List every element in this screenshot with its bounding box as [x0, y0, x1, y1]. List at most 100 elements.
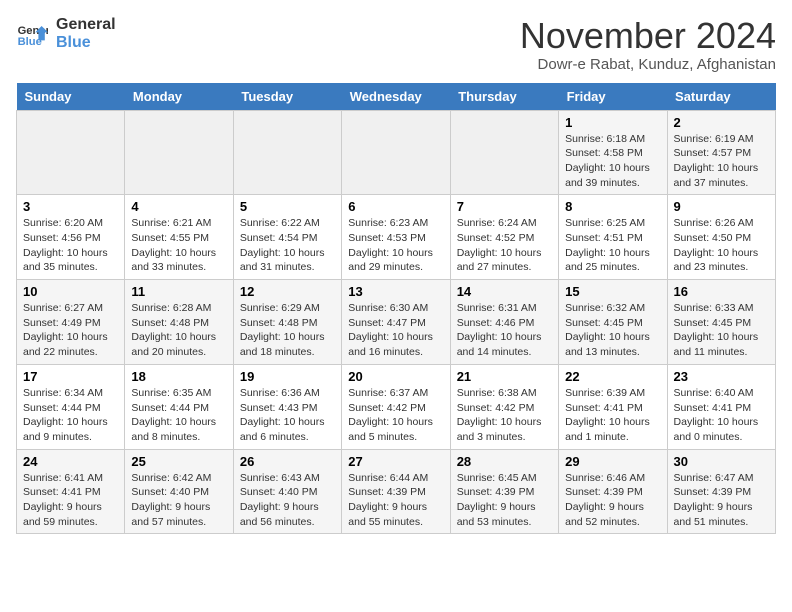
col-saturday: Saturday [667, 83, 775, 111]
logo: General Blue General Blue [16, 16, 116, 51]
week-row-4: 17 Sunrise: 6:34 AM Sunset: 4:44 PM Dayli… [17, 364, 776, 449]
day-cell: 22 Sunrise: 6:39 AM Sunset: 4:41 PM Dayli… [559, 364, 667, 449]
col-sunday: Sunday [17, 83, 125, 111]
day-info: Sunrise: 6:47 AM Sunset: 4:39 PM Dayligh… [674, 471, 769, 530]
day-info: Sunrise: 6:44 AM Sunset: 4:39 PM Dayligh… [348, 471, 443, 530]
day-number: 2 [674, 115, 769, 130]
day-number: 14 [457, 284, 552, 299]
col-monday: Monday [125, 83, 233, 111]
day-info: Sunrise: 6:38 AM Sunset: 4:42 PM Dayligh… [457, 386, 552, 445]
col-wednesday: Wednesday [342, 83, 450, 111]
day-cell [125, 110, 233, 195]
day-cell: 27Sunrise: 6:44 AM Sunset: 4:39 PM Dayli… [342, 449, 450, 534]
day-cell [233, 110, 341, 195]
day-info: Sunrise: 6:26 AM Sunset: 4:50 PM Dayligh… [674, 216, 769, 275]
day-info: Sunrise: 6:35 AM Sunset: 4:44 PM Dayligh… [131, 386, 226, 445]
day-number: 21 [457, 369, 552, 384]
day-cell: 16 Sunrise: 6:33 AM Sunset: 4:45 PM Dayli… [667, 280, 775, 365]
day-info: Sunrise: 6:39 AM Sunset: 4:41 PM Dayligh… [565, 386, 660, 445]
day-info: Sunrise: 6:18 AM Sunset: 4:58 PM Dayligh… [565, 132, 660, 191]
day-number: 29 [565, 454, 660, 469]
day-number: 16 [674, 284, 769, 299]
day-cell: 12 Sunrise: 6:29 AM Sunset: 4:48 PM Dayli… [233, 280, 341, 365]
week-row-1: 1 Sunrise: 6:18 AM Sunset: 4:58 PM Daylig… [17, 110, 776, 195]
day-number: 13 [348, 284, 443, 299]
day-info: Sunrise: 6:34 AM Sunset: 4:44 PM Dayligh… [23, 386, 118, 445]
day-cell: 8 Sunrise: 6:25 AM Sunset: 4:51 PM Daylig… [559, 195, 667, 280]
day-info: Sunrise: 6:19 AM Sunset: 4:57 PM Dayligh… [674, 132, 769, 191]
day-info: Sunrise: 6:23 AM Sunset: 4:53 PM Dayligh… [348, 216, 443, 275]
day-number: 19 [240, 369, 335, 384]
day-info: Sunrise: 6:36 AM Sunset: 4:43 PM Dayligh… [240, 386, 335, 445]
day-info: Sunrise: 6:25 AM Sunset: 4:51 PM Dayligh… [565, 216, 660, 275]
day-cell: 30Sunrise: 6:47 AM Sunset: 4:39 PM Dayli… [667, 449, 775, 534]
day-cell: 23 Sunrise: 6:40 AM Sunset: 4:41 PM Dayli… [667, 364, 775, 449]
col-friday: Friday [559, 83, 667, 111]
week-row-2: 3Sunrise: 6:20 AM Sunset: 4:56 PM Daylig… [17, 195, 776, 280]
day-number: 9 [674, 199, 769, 214]
day-cell: 6 Sunrise: 6:23 AM Sunset: 4:53 PM Daylig… [342, 195, 450, 280]
calendar-table: Sunday Monday Tuesday Wednesday Thursday… [16, 83, 776, 535]
day-number: 28 [457, 454, 552, 469]
day-cell: 4 Sunrise: 6:21 AM Sunset: 4:55 PM Daylig… [125, 195, 233, 280]
day-number: 15 [565, 284, 660, 299]
day-cell: 11Sunrise: 6:28 AM Sunset: 4:48 PM Dayli… [125, 280, 233, 365]
day-cell: 2 Sunrise: 6:19 AM Sunset: 4:57 PM Daylig… [667, 110, 775, 195]
day-info: Sunrise: 6:42 AM Sunset: 4:40 PM Dayligh… [131, 471, 226, 530]
col-thursday: Thursday [450, 83, 558, 111]
day-cell: 18 Sunrise: 6:35 AM Sunset: 4:44 PM Dayli… [125, 364, 233, 449]
day-number: 4 [131, 199, 226, 214]
day-number: 18 [131, 369, 226, 384]
day-cell: 24 Sunrise: 6:41 AM Sunset: 4:41 PM Dayli… [17, 449, 125, 534]
day-number: 7 [457, 199, 552, 214]
day-number: 26 [240, 454, 335, 469]
day-cell: 5 Sunrise: 6:22 AM Sunset: 4:54 PM Daylig… [233, 195, 341, 280]
day-info: Sunrise: 6:41 AM Sunset: 4:41 PM Dayligh… [23, 471, 118, 530]
day-cell: 28Sunrise: 6:45 AM Sunset: 4:39 PM Dayli… [450, 449, 558, 534]
day-cell [342, 110, 450, 195]
day-cell: 3Sunrise: 6:20 AM Sunset: 4:56 PM Daylig… [17, 195, 125, 280]
col-tuesday: Tuesday [233, 83, 341, 111]
day-number: 6 [348, 199, 443, 214]
header-row: Sunday Monday Tuesday Wednesday Thursday… [17, 83, 776, 111]
day-info: Sunrise: 6:21 AM Sunset: 4:55 PM Dayligh… [131, 216, 226, 275]
location-subtitle: Dowr-e Rabat, Kunduz, Afghanistan [520, 56, 776, 73]
day-info: Sunrise: 6:37 AM Sunset: 4:42 PM Dayligh… [348, 386, 443, 445]
day-number: 11 [131, 284, 226, 299]
day-number: 17 [23, 369, 118, 384]
title-block: November 2024 Dowr-e Rabat, Kunduz, Afgh… [520, 16, 776, 73]
logo-general: General [56, 16, 116, 34]
day-cell: 14Sunrise: 6:31 AM Sunset: 4:46 PM Dayli… [450, 280, 558, 365]
day-cell: 20 Sunrise: 6:37 AM Sunset: 4:42 PM Dayli… [342, 364, 450, 449]
day-number: 8 [565, 199, 660, 214]
day-cell: 29Sunrise: 6:46 AM Sunset: 4:39 PM Dayli… [559, 449, 667, 534]
day-number: 10 [23, 284, 118, 299]
day-number: 20 [348, 369, 443, 384]
day-info: Sunrise: 6:24 AM Sunset: 4:52 PM Dayligh… [457, 216, 552, 275]
svg-text:Blue: Blue [18, 36, 42, 48]
day-info: Sunrise: 6:40 AM Sunset: 4:41 PM Dayligh… [674, 386, 769, 445]
day-number: 12 [240, 284, 335, 299]
day-number: 23 [674, 369, 769, 384]
page-header: General Blue General Blue November 2024 … [16, 16, 776, 73]
month-title: November 2024 [520, 16, 776, 56]
week-row-5: 24 Sunrise: 6:41 AM Sunset: 4:41 PM Dayli… [17, 449, 776, 534]
day-number: 24 [23, 454, 118, 469]
day-number: 5 [240, 199, 335, 214]
day-info: Sunrise: 6:32 AM Sunset: 4:45 PM Dayligh… [565, 301, 660, 360]
day-cell: 25Sunrise: 6:42 AM Sunset: 4:40 PM Dayli… [125, 449, 233, 534]
day-info: Sunrise: 6:33 AM Sunset: 4:45 PM Dayligh… [674, 301, 769, 360]
day-cell: 15 Sunrise: 6:32 AM Sunset: 4:45 PM Dayli… [559, 280, 667, 365]
day-info: Sunrise: 6:30 AM Sunset: 4:47 PM Dayligh… [348, 301, 443, 360]
day-cell: 26Sunrise: 6:43 AM Sunset: 4:40 PM Dayli… [233, 449, 341, 534]
week-row-3: 10 Sunrise: 6:27 AM Sunset: 4:49 PM Dayli… [17, 280, 776, 365]
day-info: Sunrise: 6:27 AM Sunset: 4:49 PM Dayligh… [23, 301, 118, 360]
day-cell: 19 Sunrise: 6:36 AM Sunset: 4:43 PM Dayli… [233, 364, 341, 449]
day-cell: 13 Sunrise: 6:30 AM Sunset: 4:47 PM Dayli… [342, 280, 450, 365]
day-number: 22 [565, 369, 660, 384]
day-info: Sunrise: 6:22 AM Sunset: 4:54 PM Dayligh… [240, 216, 335, 275]
day-number: 1 [565, 115, 660, 130]
day-cell: 10 Sunrise: 6:27 AM Sunset: 4:49 PM Dayli… [17, 280, 125, 365]
day-cell: 7 Sunrise: 6:24 AM Sunset: 4:52 PM Daylig… [450, 195, 558, 280]
day-info: Sunrise: 6:29 AM Sunset: 4:48 PM Dayligh… [240, 301, 335, 360]
